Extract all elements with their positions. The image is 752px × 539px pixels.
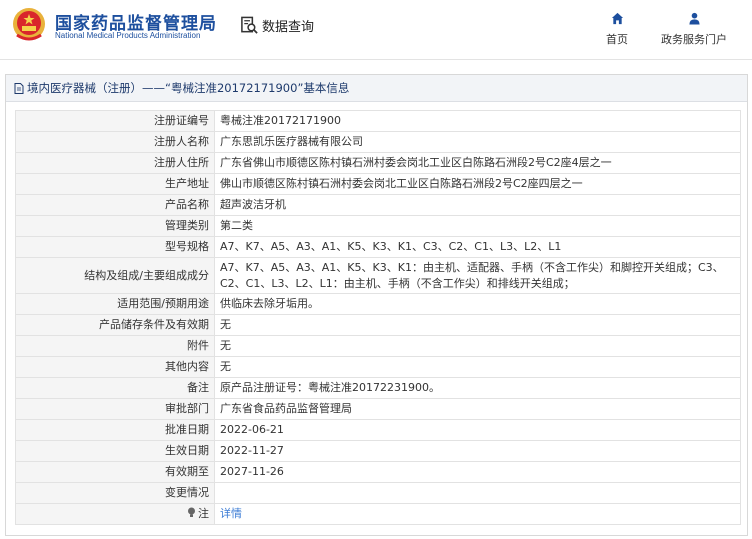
field-value: 无 [214, 314, 741, 336]
field-value: 无 [214, 335, 741, 357]
table-row: 注册人住所 广东省佛山市顺德区陈村镇石洲村委会岗北工业区白陈路石洲段2号C2座4… [15, 152, 741, 174]
table-row: 注册证编号 粤械注准20172171900 [15, 110, 741, 132]
field-label: 审批部门 [15, 398, 215, 420]
field-label: 适用范围/预期用途 [15, 293, 215, 315]
field-label: 注册人住所 [15, 152, 215, 174]
table-row: 注 详情 [15, 503, 741, 525]
nav-gov-service-label: 政务服务门户 [661, 33, 727, 46]
field-label: 产品储存条件及有效期 [15, 314, 215, 336]
table-row: 生产地址 佛山市顺德区陈村镇石洲村委会岗北工业区白陈路石洲段2号C2座四层之一 [15, 173, 741, 195]
table-row: 审批部门 广东省食品药品监督管理局 [15, 398, 741, 420]
details-link[interactable]: 详情 [220, 507, 242, 520]
field-value: 2022-11-27 [214, 440, 741, 462]
field-label: 型号规格 [15, 236, 215, 258]
field-label: 生产地址 [15, 173, 215, 195]
data-query-link[interactable]: 数据查询 [240, 15, 314, 35]
table-row: 结构及组成/主要组成成分 A7、K7、A5、A3、A1、K5、K3、K1：由主机… [15, 257, 741, 294]
nav-home-label: 首页 [606, 33, 628, 46]
field-value: 广东省佛山市顺德区陈村镇石洲村委会岗北工业区白陈路石洲段2号C2座4层之一 [214, 152, 741, 174]
table-row: 批准日期 2022-06-21 [15, 419, 741, 441]
detail-panel: 境内医疗器械（注册）——“粤械注准20172171900”基本信息 注册证编号 … [5, 74, 748, 536]
field-label: 注 [198, 507, 209, 520]
field-label: 备注 [15, 377, 215, 399]
field-value: 供临床去除牙垢用。 [214, 293, 741, 315]
field-value: A7、K7、A5、A3、A1、K5、K3、K1：由主机、适配器、手柄（不含工作尖… [214, 257, 741, 294]
note-value-cell: 详情 [214, 503, 741, 525]
field-label: 注册人名称 [15, 131, 215, 153]
nav-gov-service[interactable]: 政务服务门户 [652, 12, 736, 47]
field-label: 结构及组成/主要组成成分 [15, 257, 215, 294]
field-value: 粤械注准20172171900 [214, 110, 741, 132]
field-value: 超声波洁牙机 [214, 194, 741, 216]
table-row: 适用范围/预期用途 供临床去除牙垢用。 [15, 293, 741, 315]
field-label: 批准日期 [15, 419, 215, 441]
field-value: 无 [214, 356, 741, 378]
national-emblem-logo [13, 8, 45, 41]
field-label: 附件 [15, 335, 215, 357]
table-row: 管理类别 第二类 [15, 215, 741, 237]
table-row: 有效期至 2027-11-26 [15, 461, 741, 483]
field-value: A7、K7、A5、A3、A1、K5、K3、K1、C3、C2、C1、L3、L2、L… [214, 236, 741, 258]
field-label: 产品名称 [15, 194, 215, 216]
panel-title: 境内医疗器械（注册）——“粤械注准20172171900”基本信息 [27, 81, 350, 95]
data-query-label: 数据查询 [262, 19, 315, 35]
document-icon [14, 82, 24, 94]
document-search-icon [241, 16, 258, 34]
table-row: 产品储存条件及有效期 无 [15, 314, 741, 336]
field-value: 原产品注册证号：粤械注准20172231900。 [214, 377, 741, 399]
field-label: 其他内容 [15, 356, 215, 378]
field-value: 第二类 [214, 215, 741, 237]
table-row: 生效日期 2022-11-27 [15, 440, 741, 462]
home-icon [611, 12, 623, 25]
table-row: 变更情况 [15, 482, 741, 504]
field-value [214, 482, 741, 504]
field-label: 有效期至 [15, 461, 215, 483]
nav-home[interactable]: 首页 [600, 12, 634, 47]
field-value: 佛山市顺德区陈村镇石洲村委会岗北工业区白陈路石洲段2号C2座四层之一 [214, 173, 741, 195]
site-header: 国家药品监督管理局 National Medical Products Admi… [0, 0, 752, 60]
panel-title-bar: 境内医疗器械（注册）——“粤械注准20172171900”基本信息 [6, 75, 747, 102]
field-label: 管理类别 [15, 215, 215, 237]
field-value: 广东省食品药品监督管理局 [214, 398, 741, 420]
table-row: 产品名称 超声波洁牙机 [15, 194, 741, 216]
field-label: 变更情况 [15, 482, 215, 504]
table-row: 备注 原产品注册证号：粤械注准20172231900。 [15, 377, 741, 399]
lightbulb-icon [188, 507, 195, 517]
table-row: 型号规格 A7、K7、A5、A3、A1、K5、K3、K1、C3、C2、C1、L3… [15, 236, 741, 258]
org-name-en: National Medical Products Administration [55, 31, 201, 40]
field-label: 生效日期 [15, 440, 215, 462]
field-value: 2022-06-21 [214, 419, 741, 441]
table-row: 注册人名称 广东思凯乐医疗器械有限公司 [15, 131, 741, 153]
user-icon [688, 12, 700, 25]
field-label: 注册证编号 [15, 110, 215, 132]
note-label-cell: 注 [15, 503, 215, 525]
table-row: 其他内容 无 [15, 356, 741, 378]
field-value: 广东思凯乐医疗器械有限公司 [214, 131, 741, 153]
info-table: 注册证编号 粤械注准20172171900 注册人名称 广东思凯乐医疗器械有限公… [15, 110, 741, 525]
field-value: 2027-11-26 [214, 461, 741, 483]
table-row: 附件 无 [15, 335, 741, 357]
